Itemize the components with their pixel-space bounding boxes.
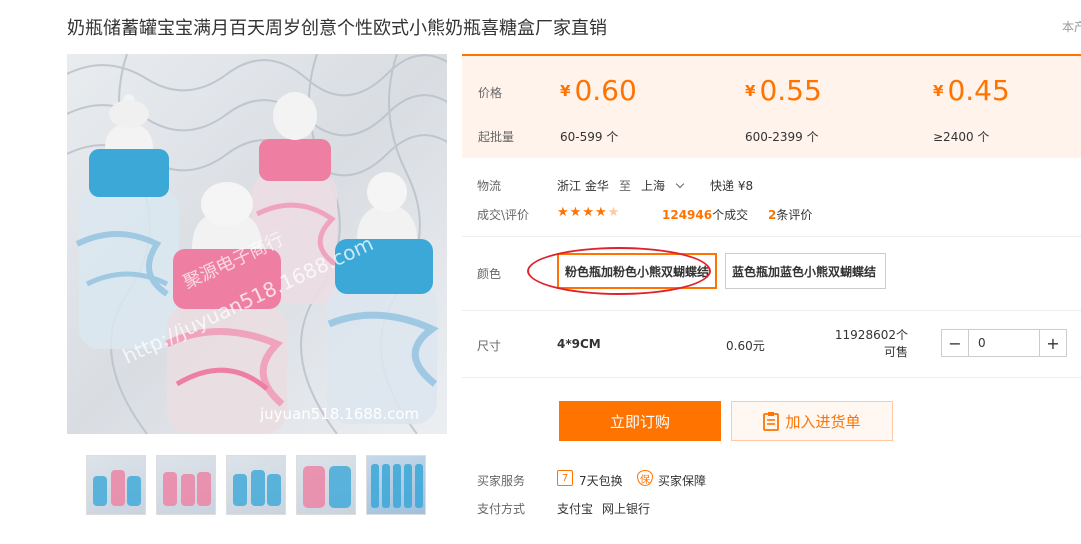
currency-symbol: ¥	[560, 82, 571, 100]
quantity-input[interactable]	[969, 330, 1039, 356]
stock-available: 11928602个可售	[834, 328, 908, 359]
deals-number: 124946	[662, 208, 713, 222]
price-label: 价格	[478, 86, 503, 100]
thumbnail-3[interactable]	[226, 455, 286, 515]
star-icon: ★	[594, 205, 608, 220]
moq-tier-1: 60-599 个	[560, 130, 619, 144]
moq-tier-2: 600-2399 个	[745, 130, 819, 144]
price-tier-1: ¥0.60	[560, 74, 637, 107]
price-value: 0.55	[759, 74, 822, 107]
quantity-increase-button[interactable]: +	[1039, 330, 1066, 356]
color-option-label: 蓝色瓶加蓝色小熊双蝴蝶结	[732, 264, 877, 279]
half-star-icon: ★	[607, 205, 621, 220]
blue-bottle-right	[327, 172, 439, 424]
clipboard-icon	[763, 412, 780, 431]
price-tier-2: ¥0.55	[745, 74, 822, 107]
price-box: 价格 起批量 ¥0.60 ¥0.55 ¥0.45 60-599 个 600-23…	[462, 54, 1081, 158]
color-label: 颜色	[477, 267, 502, 281]
size-price: 0.60元	[726, 339, 765, 353]
size-value: 4*9CM	[557, 337, 601, 351]
add-to-cart-label: 加入进货单	[785, 412, 861, 431]
color-option-blue[interactable]: 蓝色瓶加蓝色小熊双蝴蝶结	[725, 253, 886, 289]
product-image-drawing: http://juyuan518.1688.com 聚源电子商行 juyuan5…	[67, 54, 447, 434]
corner-tag: 本产	[1062, 20, 1081, 34]
trade-label: 成交\评价	[477, 208, 530, 222]
payment-label: 支付方式	[477, 502, 526, 516]
star-icon: ★	[569, 205, 583, 220]
logistics-destination-select[interactable]: 上海	[641, 177, 685, 194]
divider	[462, 310, 1081, 311]
seven-day-exchange-icon: 7	[557, 470, 573, 486]
add-to-cart-button[interactable]: 加入进货单	[731, 401, 893, 441]
logistics-label: 物流	[477, 179, 502, 193]
price-tier-3: ¥0.45	[933, 74, 1010, 107]
buy-now-label: 立即订购	[609, 412, 670, 431]
divider	[462, 377, 1081, 378]
star-icon: ★	[582, 205, 595, 220]
size-label: 尺寸	[477, 339, 502, 353]
price-value: 0.45	[947, 74, 1010, 107]
price-value: 0.60	[574, 74, 637, 107]
color-option-pink[interactable]: 粉色瓶加粉色小熊双蝴蝶结	[557, 253, 717, 289]
chevron-down-icon	[675, 179, 685, 189]
reviews-count[interactable]: 2条评价	[768, 206, 812, 223]
color-option-label: 粉色瓶加粉色小熊双蝴蝶结	[565, 264, 710, 279]
reviews-text: 条评价	[776, 208, 813, 222]
payment-online-bank: 网上银行	[602, 502, 651, 516]
currency-symbol: ¥	[745, 82, 756, 100]
rating-stars: ★★★★★	[557, 205, 620, 220]
product-main-image[interactable]: http://juyuan518.1688.com 聚源电子商行 juyuan5…	[67, 54, 447, 434]
deals-count[interactable]: 124946个成交	[662, 206, 748, 223]
thumbnail-strip	[86, 455, 426, 515]
logistics-destination: 上海	[641, 179, 666, 193]
page-title: 奶瓶储蓄罐宝宝满月百天周岁创意个性欧式小熊奶瓶喜糖盒厂家直销	[67, 18, 607, 39]
moq-tier-3: ≥2400 个	[933, 130, 990, 144]
buyer-protection-icon: 保	[637, 470, 653, 486]
quantity-stepper: − +	[941, 329, 1067, 357]
services-label: 买家服务	[477, 474, 526, 488]
moq-label: 起批量	[478, 130, 515, 144]
thumbnail-5[interactable]	[366, 455, 426, 515]
thumbnail-1[interactable]	[86, 455, 146, 515]
payment-alipay: 支付宝	[557, 502, 594, 516]
express-fee: 快递 ¥8	[710, 179, 754, 193]
logistics-to-word: 至	[619, 179, 632, 193]
star-icon: ★	[557, 205, 570, 220]
service-buyer-protection[interactable]: 买家保障	[658, 472, 706, 489]
divider	[462, 236, 1081, 237]
buy-now-button[interactable]: 立即订购	[559, 401, 721, 441]
thumbnail-4[interactable]	[296, 455, 356, 515]
deals-text: 个成交	[712, 208, 749, 222]
thumbnail-2[interactable]	[156, 455, 216, 515]
service-seven-day-exchange[interactable]: 7天包换	[579, 472, 623, 489]
watermark-bottom: juyuan518.1688.com	[259, 405, 419, 423]
logistics-from: 浙江 金华	[557, 179, 609, 193]
blue-bottle-left	[75, 94, 179, 349]
currency-symbol: ¥	[933, 82, 944, 100]
quantity-decrease-button[interactable]: −	[942, 330, 969, 356]
